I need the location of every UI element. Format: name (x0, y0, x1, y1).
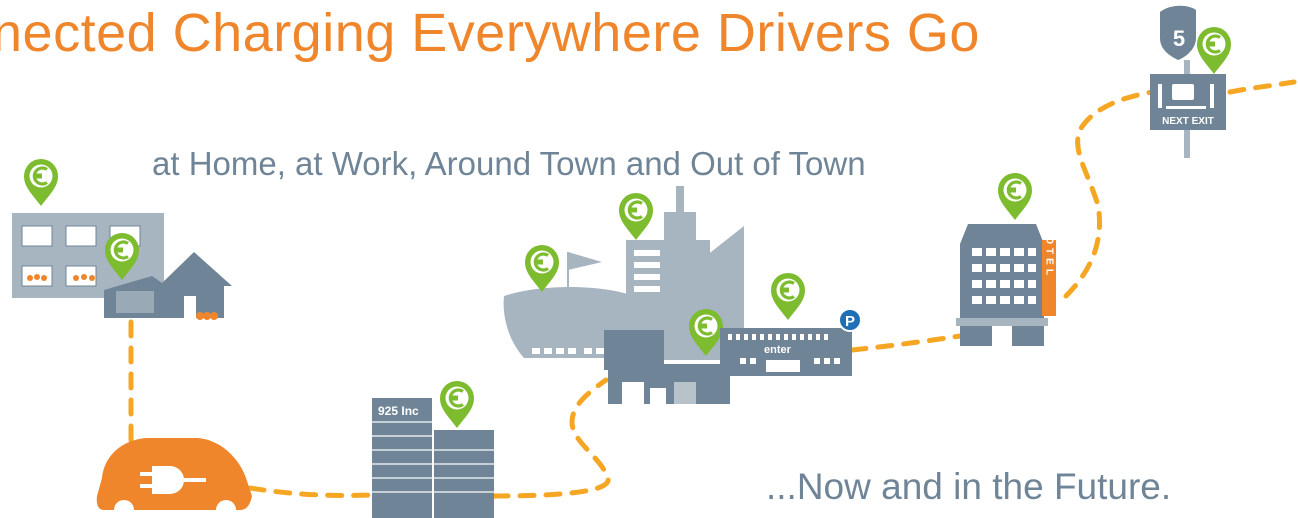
parking-label: P (845, 313, 855, 330)
charging-pin-icon (996, 171, 1034, 222)
charging-scene: 925 Inc enter P HOTEL 5 NEXT EXIT (12, 5, 1297, 518)
hotel-sign: HOTEL (1044, 225, 1055, 279)
interstate-number: 5 (1173, 26, 1185, 51)
parking-icon: P (838, 308, 862, 332)
charging-pin-icon (769, 271, 807, 322)
office-sign: 925 Inc (378, 404, 419, 418)
electric-car-icon (96, 438, 252, 518)
office-building: 925 Inc (372, 398, 494, 518)
charging-pin-icon (22, 157, 60, 208)
exit-sign-label: NEXT EXIT (1162, 116, 1214, 127)
hotel: HOTEL (956, 224, 1056, 346)
mall-sign: enter (764, 344, 792, 356)
charging-pin-icon (617, 191, 655, 242)
shopping-center: enter (720, 328, 852, 376)
charging-pin-icon (438, 379, 476, 430)
charging-pin-icon (1195, 25, 1233, 76)
charging-pin-icon (523, 243, 561, 294)
